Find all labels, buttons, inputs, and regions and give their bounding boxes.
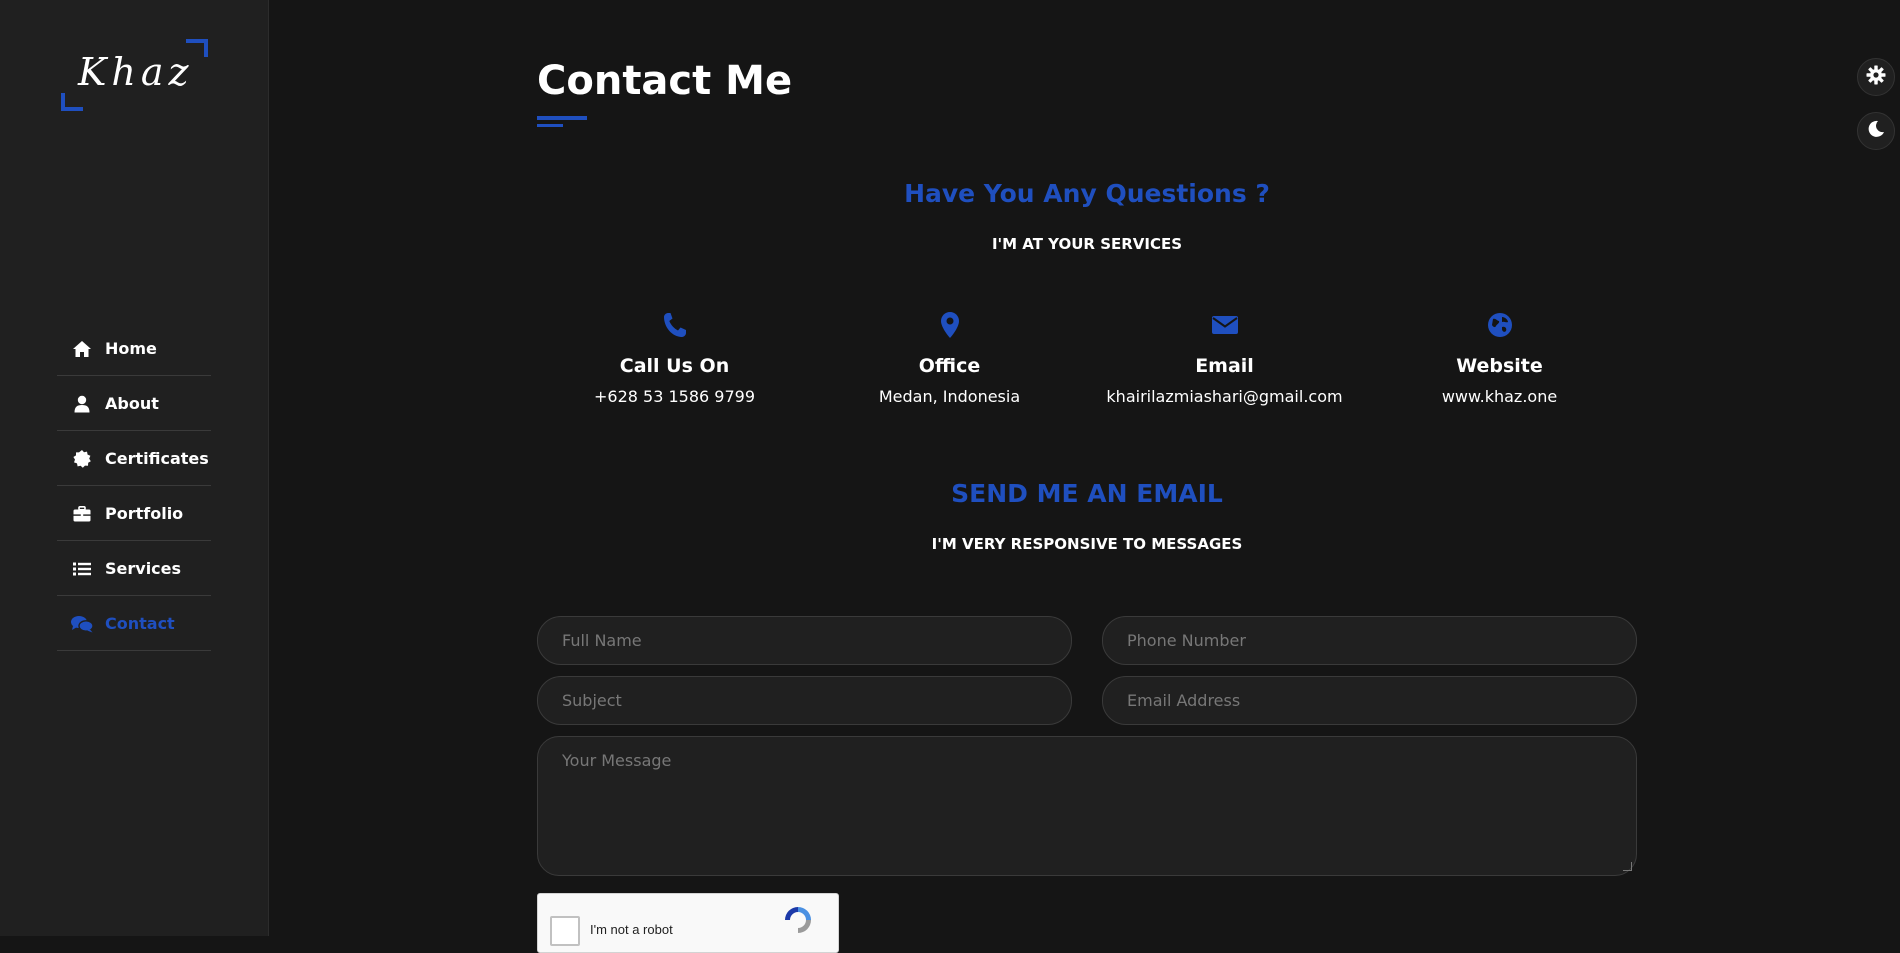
info-value: Medan, Indonesia <box>878 387 1021 406</box>
globe-icon <box>1362 310 1637 340</box>
full-name-input[interactable]: Full Name <box>537 616 1072 665</box>
sidebar-item-certificates[interactable]: Certificates <box>57 432 211 486</box>
message-textarea[interactable]: Your Message <box>537 736 1637 876</box>
map-marker-icon <box>812 310 1087 340</box>
sidebar-item-portfolio[interactable]: Portfolio <box>57 487 211 541</box>
gear-icon <box>1866 65 1886 89</box>
comments-icon <box>71 615 93 633</box>
envelope-icon <box>1087 310 1362 340</box>
questions-heading: Have You Any Questions ? <box>904 179 1270 208</box>
theme-toggle-button[interactable] <box>1857 112 1895 150</box>
list-icon <box>71 560 93 578</box>
email-subheading: I'M VERY RESPONSIVE TO MESSAGES <box>931 535 1243 553</box>
phone-icon <box>537 310 812 340</box>
info-title: Office <box>918 355 981 377</box>
contact-info-row: Call Us On +628 53 1586 9799 Office Meda… <box>537 310 1637 406</box>
message-placeholder: Your Message <box>562 751 672 770</box>
certificate-icon <box>71 449 93 468</box>
user-icon <box>71 395 93 413</box>
sidebar: Khaz Home About Certificates Portfolio S… <box>0 0 269 936</box>
contact-info-office: Office Medan, Indonesia <box>812 310 1087 406</box>
info-title: Email <box>1195 355 1254 377</box>
sidebar-item-label: Services <box>105 559 182 578</box>
recaptcha-checkbox[interactable] <box>550 916 580 946</box>
info-title: Website <box>1456 355 1543 377</box>
title-underline-short <box>537 124 563 127</box>
resize-handle[interactable] <box>1623 862 1632 871</box>
sidebar-item-about[interactable]: About <box>57 377 211 431</box>
title-underline <box>537 116 587 120</box>
recaptcha-widget: I'm not a robot <box>537 893 839 953</box>
email-address-input[interactable]: Email Address <box>1102 676 1637 725</box>
info-title: Call Us On <box>619 355 730 377</box>
home-icon <box>71 340 93 358</box>
recaptcha-logo-icon <box>785 907 811 933</box>
contact-info-website: Website www.khaz.one <box>1362 310 1637 406</box>
settings-button[interactable] <box>1857 58 1895 96</box>
logo-text: Khaz <box>78 50 194 94</box>
briefcase-icon <box>71 505 93 523</box>
info-value: www.khaz.one <box>1441 387 1558 406</box>
sidebar-item-label: About <box>105 394 159 413</box>
sidebar-item-label: Certificates <box>105 449 209 468</box>
info-value: khairilazmiashari@gmail.com <box>1106 387 1343 406</box>
sidebar-item-label: Contact <box>105 614 175 633</box>
questions-subheading: I'M AT YOUR SERVICES <box>991 235 1183 253</box>
contact-info-phone: Call Us On +628 53 1586 9799 <box>537 310 812 406</box>
logo-corner-bottom-left <box>61 93 83 111</box>
sidebar-item-services[interactable]: Services <box>57 542 211 596</box>
phone-number-input[interactable]: Phone Number <box>1102 616 1637 665</box>
sidebar-item-label: Home <box>105 339 157 358</box>
page-title: Contact Me <box>537 58 793 104</box>
sidebar-item-contact[interactable]: Contact <box>57 597 211 651</box>
email-heading: SEND ME AN EMAIL <box>951 479 1223 508</box>
sidebar-item-home[interactable]: Home <box>57 322 211 376</box>
sidebar-nav: Home About Certificates Portfolio Servic… <box>57 322 211 651</box>
logo[interactable]: Khaz <box>60 38 210 113</box>
info-value: +628 53 1586 9799 <box>594 387 755 406</box>
subject-input[interactable]: Subject <box>537 676 1072 725</box>
contact-info-email: Email khairilazmiashari@gmail.com <box>1087 310 1362 406</box>
moon-icon <box>1867 120 1885 142</box>
recaptcha-label: I'm not a robot <box>590 922 673 937</box>
sidebar-item-label: Portfolio <box>105 504 184 523</box>
